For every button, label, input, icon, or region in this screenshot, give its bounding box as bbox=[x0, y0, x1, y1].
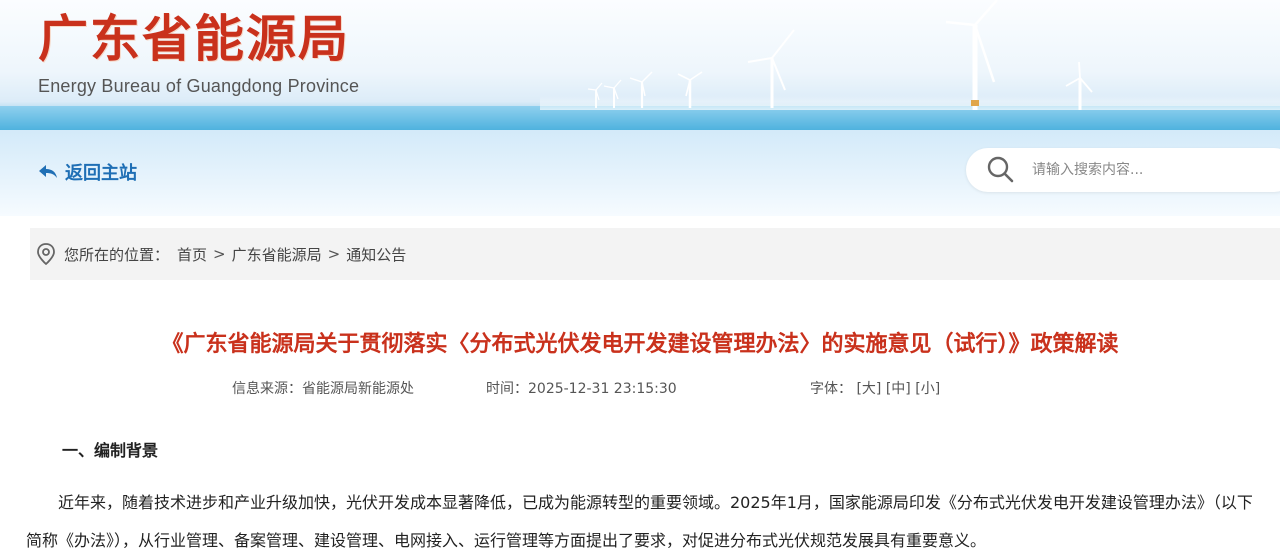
breadcrumb-separator: > bbox=[327, 245, 341, 263]
search-icon[interactable] bbox=[986, 155, 1016, 185]
breadcrumb: 您所在的位置： 首页 > 广东省能源局 > 通知公告 bbox=[30, 228, 1280, 280]
article-paragraph: 近年来，随着技术进步和产业升级加快，光伏开发成本显著降低，已成为能源转型的重要领… bbox=[26, 493, 1253, 550]
font-size-medium-button[interactable]: [中] bbox=[886, 381, 911, 397]
wind-turbine-icon bbox=[747, 29, 795, 108]
site-subtitle: Energy Bureau of Guangdong Province bbox=[38, 76, 360, 96]
back-to-main-site-link[interactable]: 返回主站 bbox=[38, 159, 137, 185]
site-title: 广东省能源局 bbox=[38, 9, 350, 68]
font-size-label: 字体： bbox=[810, 381, 852, 397]
location-pin-icon bbox=[37, 243, 55, 265]
wind-turbine-icon bbox=[945, 0, 998, 110]
font-size-large-button[interactable]: [大] bbox=[856, 381, 881, 397]
wind-turbine-icon bbox=[587, 82, 603, 108]
article-title: 《广东省能源局关于贯彻落实〈分布式光伏发电开发建设管理办法〉的实施意见（试行）》… bbox=[161, 332, 1119, 357]
wind-turbine-icon bbox=[1065, 61, 1093, 110]
breadcrumb-bureau-link[interactable]: 广东省能源局 bbox=[232, 244, 322, 265]
font-size-small-button[interactable]: [小] bbox=[915, 381, 940, 397]
wind-turbine-icon bbox=[677, 71, 703, 108]
back-link-label: 返回主站 bbox=[65, 163, 137, 184]
breadcrumb-home-link[interactable]: 首页 bbox=[177, 244, 207, 265]
source-label: 信息来源： bbox=[232, 381, 302, 397]
article-source: 信息来源：省能源局新能源处 bbox=[232, 378, 414, 398]
search-box[interactable] bbox=[966, 148, 1280, 192]
breadcrumb-separator: > bbox=[213, 245, 226, 263]
breadcrumb-prefix: 您所在的位置： bbox=[64, 245, 170, 264]
font-size-switcher: 字体： [大] [中] [小] bbox=[810, 378, 940, 398]
time-label: 时间： bbox=[486, 381, 528, 397]
back-arrow-icon bbox=[39, 165, 57, 178]
article-time: 时间：2025-12-31 23:15:30 bbox=[486, 378, 677, 398]
time-value: 2025-12-31 23:15:30 bbox=[528, 381, 677, 397]
section-heading: 一、编制背景 bbox=[62, 441, 159, 460]
breadcrumb-notices-link[interactable]: 通知公告 bbox=[346, 244, 406, 265]
nav-bar: 返回主站 bbox=[0, 130, 1280, 216]
wind-turbine-icon bbox=[629, 71, 653, 108]
header-banner: 广东省能源局 Energy Bureau of Guangdong Provin… bbox=[0, 0, 1280, 130]
wind-turbine-icon bbox=[603, 79, 622, 108]
site-brand: 广东省能源局 Energy Bureau of Guangdong Provin… bbox=[38, 8, 359, 97]
source-value: 省能源局新能源处 bbox=[302, 381, 414, 397]
search-input[interactable] bbox=[1030, 161, 1274, 179]
